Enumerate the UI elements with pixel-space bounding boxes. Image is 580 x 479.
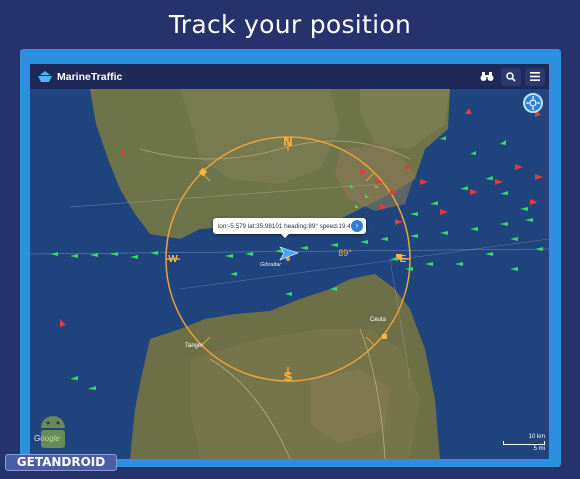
chevron-right-icon[interactable]: › xyxy=(351,220,363,232)
ship-logo-icon xyxy=(38,71,52,82)
place-label-tangier: Tanger xyxy=(185,343,203,349)
menu-icon xyxy=(530,72,540,81)
binoculars-button[interactable] xyxy=(477,68,497,86)
port-marker xyxy=(382,334,387,339)
position-tooltip[interactable]: lon:-5.579 lat:35.98101 heading:89° spee… xyxy=(213,218,366,238)
android-robot-icon xyxy=(41,416,65,448)
app-logo[interactable]: MarineTraffic xyxy=(37,70,122,83)
map-scale: 10 km 5 mi xyxy=(503,433,545,453)
app-screen: MarineTraffic N S W E 89° Gibraltar Tang… xyxy=(30,64,549,459)
app-name: MarineTraffic xyxy=(57,70,123,83)
compass-north: N xyxy=(283,134,292,149)
heading-readout: 89° xyxy=(338,248,352,258)
compass-south: S xyxy=(284,369,293,384)
watermark-text: GETANDROID xyxy=(5,454,117,471)
binoculars-icon xyxy=(480,72,494,81)
scale-mi: 5 mi xyxy=(533,446,545,452)
compass-west: W xyxy=(168,254,178,265)
place-label-gibraltar: Gibraltar xyxy=(260,262,282,268)
app-bar: MarineTraffic xyxy=(30,64,549,89)
headline: Track your position xyxy=(168,10,412,39)
menu-button[interactable] xyxy=(525,67,545,86)
map-view[interactable]: N S W E 89° Gibraltar Tanger Ceuta xyxy=(30,89,549,459)
place-label-ceuta: Ceuta xyxy=(370,317,387,323)
search-button[interactable] xyxy=(501,67,521,86)
search-icon xyxy=(506,71,516,82)
scale-km: 10 km xyxy=(528,434,545,440)
position-readout: lon:-5.579 lat:35.98101 heading:89° spee… xyxy=(218,222,360,230)
crosshair-icon xyxy=(526,96,540,110)
watermark: GETANDROID xyxy=(5,410,117,472)
locate-me-button[interactable] xyxy=(523,93,543,113)
